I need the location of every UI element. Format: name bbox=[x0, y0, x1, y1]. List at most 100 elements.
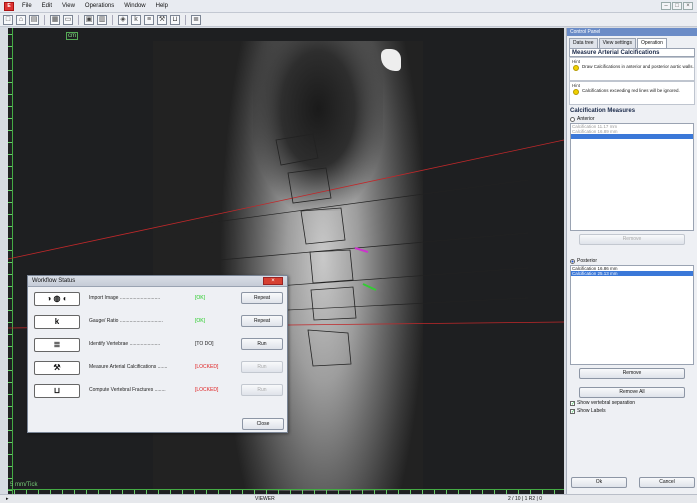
chart-icon[interactable]: ▥ bbox=[97, 14, 107, 25]
vertebra-box bbox=[300, 207, 346, 245]
workflow-row-calcifications: ⚒ Measure Arterial Calcifications ......… bbox=[34, 361, 284, 377]
spine-icon: ≣ bbox=[34, 338, 80, 352]
tab-data-tree[interactable]: Data tree bbox=[569, 38, 598, 48]
workflow-row-import: ◑ ◍ ◐ Import Image .....................… bbox=[34, 292, 284, 308]
workflow-row-gauge: k Gauge/ Ratio .........................… bbox=[34, 315, 284, 331]
tab-operation[interactable]: Operation bbox=[636, 38, 667, 48]
status-center-text: VIEWER bbox=[255, 496, 275, 502]
workflow-label: Compute Vertebral Fractures ........ bbox=[89, 387, 166, 393]
k-icon: k bbox=[34, 315, 80, 329]
k-icon[interactable]: k bbox=[131, 14, 141, 25]
posterior-label: Posterior bbox=[577, 258, 598, 264]
separation-line bbox=[207, 232, 529, 262]
menu-view[interactable]: View bbox=[57, 0, 80, 13]
toolbar-separator bbox=[185, 14, 186, 25]
grid-icon[interactable]: ▦ bbox=[50, 14, 60, 25]
posterior-calcification-marker bbox=[362, 283, 377, 291]
posterior-radio-row[interactable]: Posterior bbox=[570, 258, 694, 264]
save-icon[interactable]: ▤ bbox=[29, 14, 39, 25]
lightbulb-icon bbox=[573, 65, 579, 71]
menu-help[interactable]: Help bbox=[151, 0, 173, 13]
menu-file[interactable]: File bbox=[17, 0, 37, 13]
show-separation-checkbox[interactable]: ✓ bbox=[570, 400, 575, 406]
minimize-icon[interactable]: – bbox=[661, 2, 671, 10]
vertebra-icon[interactable]: ◈ bbox=[118, 14, 128, 25]
menu-window[interactable]: Window bbox=[119, 0, 150, 13]
open-icon[interactable]: ⌂ bbox=[16, 14, 26, 25]
remove-anterior-button[interactable]: Remove bbox=[579, 234, 685, 245]
remove-all-button[interactable]: Remove All bbox=[579, 387, 685, 398]
anterior-list[interactable]: Calcification 11.17 mm Calcification 16.… bbox=[570, 123, 694, 231]
hint-box: Hint Draw Calcifications in anterior and… bbox=[569, 57, 695, 81]
anterior-radio[interactable] bbox=[570, 116, 575, 122]
toolbar: □ ⌂ ▤ ▦ ▭ ▣ ▥ ◈ k ≡ ⚒ ⊔ ≣ bbox=[0, 13, 697, 27]
control-panel: Control Panel Data tree View settings Op… bbox=[566, 28, 697, 494]
show-labels-checkbox[interactable]: ✓ bbox=[570, 408, 575, 414]
status-left-icon: ▸ bbox=[6, 496, 9, 502]
workflow-label: Gauge/ Ratio ...........................… bbox=[89, 318, 163, 324]
box-icon[interactable]: ⊔ bbox=[170, 14, 180, 25]
vertebra-box bbox=[307, 329, 352, 367]
repeat-import-button[interactable]: Repeat bbox=[241, 292, 283, 304]
vertebra-box bbox=[275, 133, 319, 166]
import-image-icon: ◑ ◍ ◐ bbox=[34, 292, 80, 306]
box-icon: ⊔ bbox=[34, 384, 80, 398]
status-bar: ▸ VIEWER 2 / 10 | 1 R2 | 0 bbox=[0, 494, 697, 503]
maximize-icon[interactable]: □ bbox=[672, 2, 682, 10]
workflow-status: [LOCKED] bbox=[195, 387, 219, 393]
run-identify-button[interactable]: Run bbox=[241, 338, 283, 350]
spine-icon[interactable]: ≣ bbox=[191, 14, 201, 25]
calcification-icon[interactable]: ⚒ bbox=[157, 14, 167, 25]
vertebra-box bbox=[309, 249, 354, 284]
remove-posterior-button[interactable]: Remove bbox=[579, 368, 685, 379]
panel-title: Control Panel bbox=[567, 28, 697, 36]
workflow-label: Import Image ...........................… bbox=[89, 295, 161, 301]
menu-edit[interactable]: Edit bbox=[37, 0, 57, 13]
toolbar-separator bbox=[44, 14, 45, 25]
calcification-icon: ⚒ bbox=[34, 361, 80, 375]
posterior-radio[interactable] bbox=[570, 258, 575, 264]
dialog-title-bar[interactable]: Workflow Status × bbox=[28, 276, 287, 287]
dialog-close-icon[interactable]: × bbox=[263, 277, 283, 285]
window-icon[interactable]: ▭ bbox=[63, 14, 73, 25]
app-logo-icon: E bbox=[4, 1, 14, 11]
repeat-gauge-button[interactable]: Repeat bbox=[241, 315, 283, 327]
close-button[interactable]: Close bbox=[242, 418, 284, 430]
workflow-status: [LOCKED] bbox=[195, 364, 219, 370]
workflow-status-dialog: Workflow Status × ◑ ◍ ◐ Import Image ...… bbox=[27, 275, 288, 433]
hint-text: Calcifications exceeding red lines will … bbox=[582, 88, 680, 93]
posterior-list[interactable]: Calcification 16.86 mm Calcification 25.… bbox=[570, 265, 694, 365]
workflow-label: Measure Arterial Calcifications ....... bbox=[89, 364, 168, 370]
red-limit-line bbox=[8, 139, 564, 260]
show-labels-row[interactable]: ✓ Show Labels bbox=[570, 408, 694, 414]
workflow-status: [OK] bbox=[195, 295, 206, 301]
run-fractures-button[interactable]: Run bbox=[241, 384, 283, 396]
workflow-row-identify: ≣ Identify Vertebrae ...................… bbox=[34, 338, 284, 354]
vertebra-box bbox=[310, 286, 357, 321]
menu-bar: E File Edit View Operations Window Help … bbox=[0, 0, 697, 13]
list-item[interactable]: Calcification 25.13 mm bbox=[571, 271, 693, 276]
measure-icon[interactable]: ≡ bbox=[144, 14, 154, 25]
dialog-buttons: Ok Cancel bbox=[571, 477, 695, 488]
toolbar-separator bbox=[78, 14, 79, 25]
dialog-title: Workflow Status bbox=[32, 278, 76, 284]
workflow-label: Identify Vertebrae .....................… bbox=[89, 341, 161, 347]
anterior-radio-row[interactable]: Anterior bbox=[570, 116, 694, 122]
scale-label: 5 mm/Tick bbox=[10, 482, 38, 488]
tab-view-settings[interactable]: View settings bbox=[598, 38, 636, 48]
new-icon[interactable]: □ bbox=[3, 14, 13, 25]
workflow-status: [TO DO] bbox=[195, 341, 214, 347]
image-icon[interactable]: ▣ bbox=[84, 14, 94, 25]
run-calcifications-button[interactable]: Run bbox=[241, 361, 283, 373]
workflow-row-fractures: ⊔ Compute Vertebral Fractures ........ [… bbox=[34, 384, 284, 400]
list-item[interactable] bbox=[571, 134, 693, 139]
show-separation-label: Show vertebral separation bbox=[577, 400, 636, 406]
menu-operations[interactable]: Operations bbox=[80, 0, 119, 13]
ok-button[interactable]: Ok bbox=[571, 477, 627, 488]
close-window-icon[interactable]: × bbox=[683, 2, 693, 10]
cancel-button[interactable]: Cancel bbox=[639, 477, 695, 488]
status-right-text: 2 / 10 | 1 R2 | 0 bbox=[508, 496, 543, 502]
window-controls: – □ × bbox=[661, 2, 693, 10]
show-separation-row[interactable]: ✓ Show vertebral separation bbox=[570, 400, 694, 406]
workflow-status: [OK] bbox=[195, 318, 206, 324]
